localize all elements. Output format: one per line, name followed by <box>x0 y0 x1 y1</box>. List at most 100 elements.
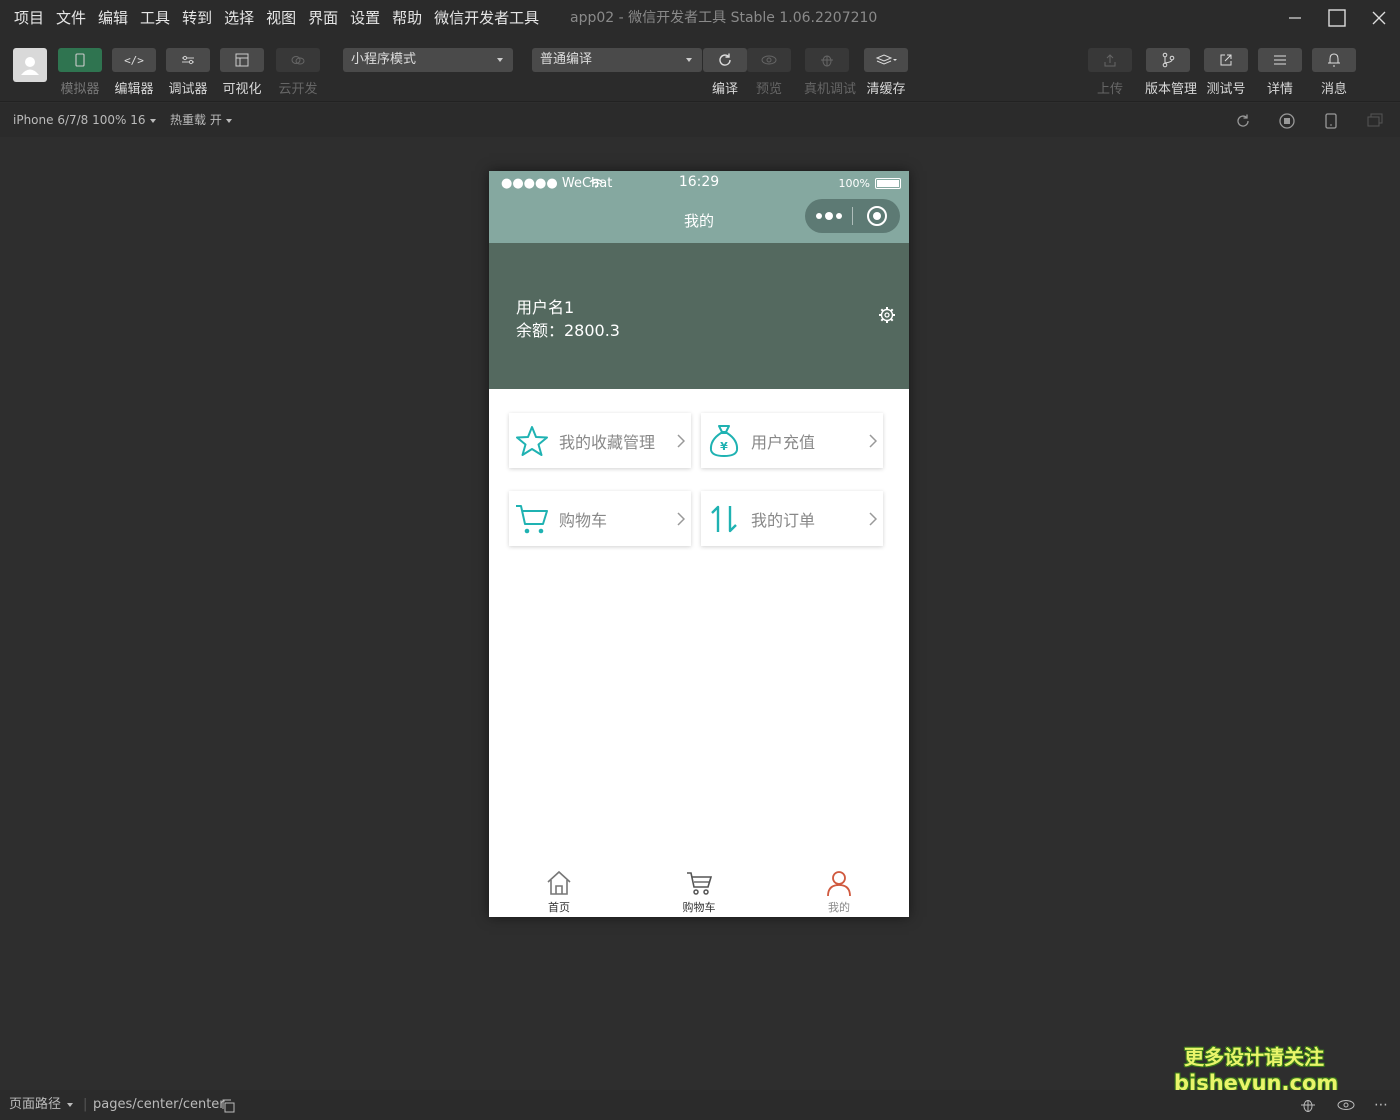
hot-reload-select[interactable]: 热重载 开 <box>170 103 232 137</box>
menu-goto[interactable]: 转到 <box>176 0 218 36</box>
menu-view[interactable]: 视图 <box>260 0 302 36</box>
tab-home[interactable]: 首页 <box>489 865 629 917</box>
editor-button[interactable]: </> 编辑器 <box>111 48 157 97</box>
clear-cache-label: 清缓存 <box>866 82 906 97</box>
more-button[interactable] <box>805 212 852 220</box>
toolbar: 模拟器 </> 编辑器 调试器 可视化 云开发 小程序模式 普通编译 编译 预览… <box>0 36 1400 102</box>
watermark-line1: 更多设计请关注 <box>1184 1045 1324 1069</box>
card-label: 用户充值 <box>751 432 816 452</box>
code-icon: </> <box>124 53 144 67</box>
user-icon <box>21 57 39 75</box>
chevron-right-icon <box>677 433 685 448</box>
cloud-button[interactable]: 云开发 <box>275 48 321 97</box>
menu-tools[interactable]: 工具 <box>134 0 176 36</box>
recharge-card[interactable]: ¥ 用户充值 <box>701 413 883 468</box>
menu-project[interactable]: 项目 <box>8 0 50 36</box>
rotate-icon[interactable] <box>1234 112 1252 130</box>
compile-button[interactable]: 编译 <box>702 48 748 97</box>
test-account-label: 测试号 <box>1206 82 1246 97</box>
menu-wechat-devtools[interactable]: 微信开发者工具 <box>428 0 545 36</box>
tab-mine[interactable]: 我的 <box>769 865 909 917</box>
gear-icon[interactable] <box>878 306 896 324</box>
page-path: pages/center/center <box>93 1097 225 1112</box>
phone-icon[interactable] <box>1322 112 1340 130</box>
menu-help[interactable]: 帮助 <box>386 0 428 36</box>
chevron-right-icon <box>869 433 877 448</box>
tab-label: 首页 <box>548 901 570 914</box>
cloud-icon <box>291 56 305 65</box>
battery-icon <box>875 178 901 189</box>
chevron-down-icon <box>149 118 156 123</box>
clear-cache-button[interactable]: 清缓存 <box>863 48 909 97</box>
bug-icon[interactable] <box>1299 1097 1317 1113</box>
close-miniprogram-button[interactable] <box>853 205 900 227</box>
eye-icon[interactable] <box>1336 1099 1356 1111</box>
favorites-card[interactable]: 我的收藏管理 <box>509 413 691 468</box>
menu-edit[interactable]: 编辑 <box>92 0 134 36</box>
phone-status-bar: ●●●●● WeChat 16:29 100% <box>489 171 909 197</box>
phone-simulator: ●●●●● WeChat 16:29 100% 我的 用户名1 余额：2800.… <box>489 171 909 917</box>
device-debug-button[interactable]: 真机调试 <box>804 48 857 97</box>
orders-card[interactable]: 我的订单 <box>701 491 883 546</box>
maximize-button[interactable] <box>1316 0 1358 36</box>
cart-icon <box>687 872 713 895</box>
chevron-down-icon <box>225 118 232 123</box>
cart-icon <box>516 504 548 533</box>
record-icon[interactable] <box>1278 112 1296 130</box>
mode-select[interactable]: 小程序模式 <box>343 48 513 72</box>
menu-bar: 项目 文件 编辑 工具 转到 选择 视图 界面 设置 帮助 微信开发者工具 ap… <box>0 0 1400 36</box>
menu-settings[interactable]: 设置 <box>344 0 386 36</box>
simulator-button[interactable]: 模拟器 <box>57 48 103 97</box>
mode-select-value: 小程序模式 <box>351 52 417 67</box>
menu-select[interactable]: 选择 <box>218 0 260 36</box>
more-icon[interactable]: ⋯ <box>1374 1090 1388 1120</box>
chevron-down-icon <box>67 1102 74 1107</box>
upload-button[interactable]: 上传 <box>1087 48 1133 97</box>
device-debug-label: 真机调试 <box>804 82 857 97</box>
test-account-button[interactable]: 测试号 <box>1203 48 1249 97</box>
simulator-subbar: iPhone 6/7/8 100% 16 热重载 开 <box>0 103 1400 137</box>
chevron-down-icon <box>686 58 692 62</box>
device-select[interactable]: iPhone 6/7/8 100% 16 <box>13 103 156 137</box>
bottom-status-bar: 页面路径 | pages/center/center ⋯ <box>0 1090 1400 1120</box>
user-header: 用户名1 余额：2800.3 <box>489 243 909 389</box>
user-icon <box>827 871 851 897</box>
debug-icon <box>182 55 194 65</box>
page-path-select[interactable]: 页面路径 <box>9 1090 74 1120</box>
cloud-label: 云开发 <box>278 82 318 97</box>
version-label: 版本管理 <box>1145 82 1198 97</box>
card-label: 购物车 <box>559 510 608 530</box>
cart-card[interactable]: 购物车 <box>509 491 691 546</box>
preview-label: 预览 <box>755 82 782 97</box>
visual-button[interactable]: 可视化 <box>219 48 265 97</box>
username: 用户名1 <box>516 298 575 317</box>
branch-icon <box>1162 52 1175 68</box>
phone-icon <box>75 53 85 67</box>
phone-nav-bar: 我的 <box>489 197 909 243</box>
debugger-button[interactable]: 调试器 <box>165 48 211 97</box>
compile-select[interactable]: 普通编译 <box>532 48 702 72</box>
tab-label: 购物车 <box>682 901 716 914</box>
divider: | <box>83 1097 88 1112</box>
minimize-button[interactable] <box>1274 0 1316 36</box>
upload-label: 上传 <box>1096 82 1123 97</box>
chevron-down-icon <box>497 58 503 62</box>
preview-button[interactable]: 预览 <box>746 48 792 97</box>
copy-icon[interactable] <box>221 1099 235 1113</box>
card-label: 我的收藏管理 <box>559 432 656 452</box>
avatar[interactable] <box>13 48 47 82</box>
close-button[interactable] <box>1358 0 1400 36</box>
detach-window-icon[interactable] <box>1366 112 1384 130</box>
tab-cart[interactable]: 购物车 <box>629 865 769 917</box>
menu-file[interactable]: 文件 <box>50 0 92 36</box>
layout-icon <box>235 53 249 67</box>
version-button[interactable]: 版本管理 <box>1145 48 1198 97</box>
home-icon <box>547 870 571 895</box>
menu-interface[interactable]: 界面 <box>302 0 344 36</box>
debugger-label: 调试器 <box>168 82 208 97</box>
messages-label: 消息 <box>1320 82 1347 97</box>
details-button[interactable]: 详情 <box>1257 48 1303 97</box>
messages-button[interactable]: 消息 <box>1311 48 1357 97</box>
details-label: 详情 <box>1266 82 1293 97</box>
chevron-right-icon <box>869 511 877 526</box>
